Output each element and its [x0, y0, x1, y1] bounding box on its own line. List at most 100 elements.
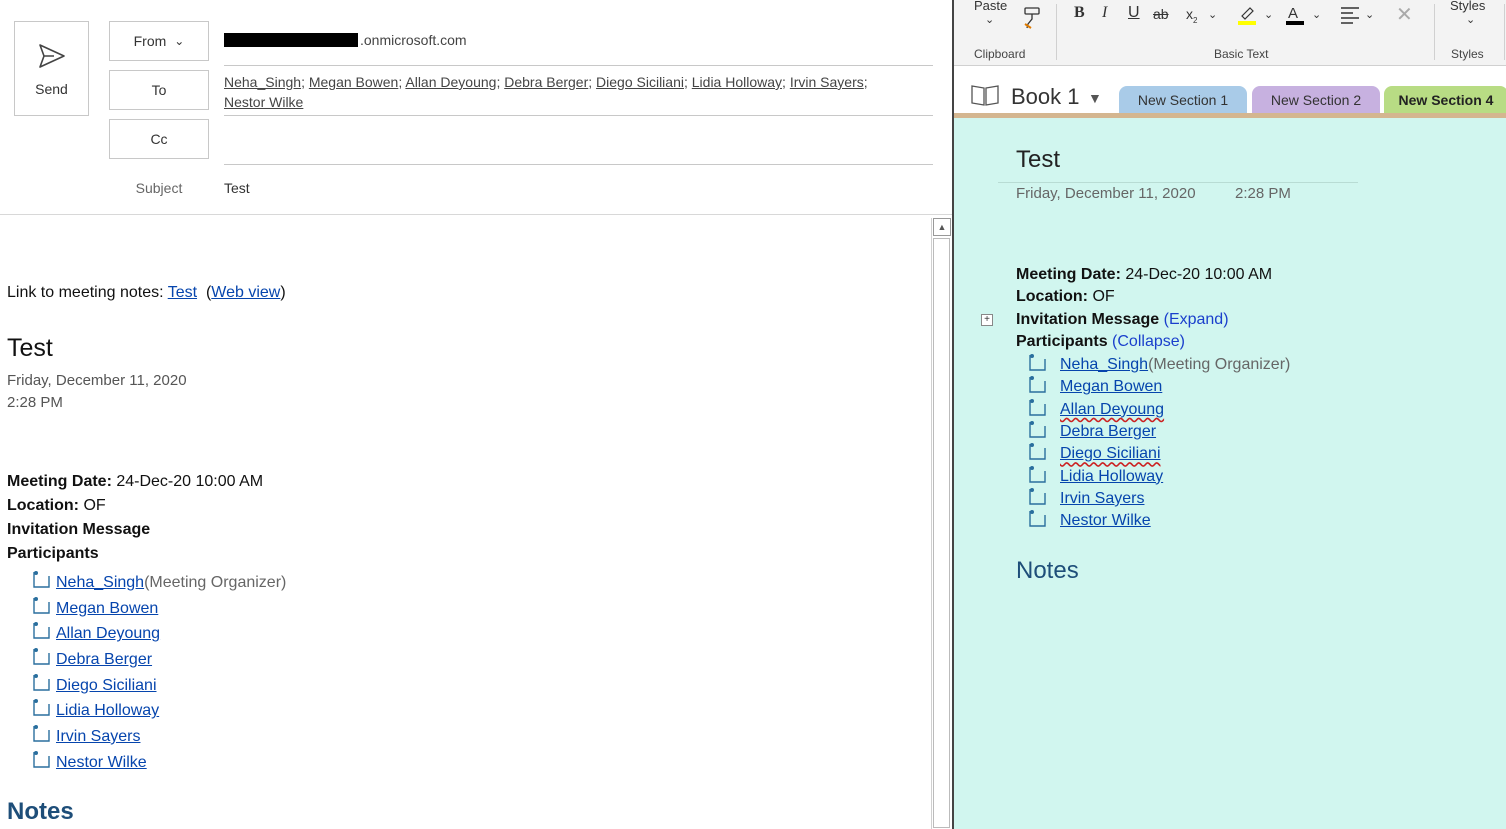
vertical-scrollbar[interactable]: ▲ [931, 218, 951, 829]
tab-new-section-1[interactable]: New Section 1 [1119, 86, 1247, 113]
contact-card-icon [1029, 487, 1046, 505]
cc-button[interactable]: Cc [109, 119, 209, 159]
to-field[interactable]: Neha_Singh; Megan Bowen; Allan Deyoung; … [224, 72, 924, 112]
web-view-link[interactable]: Web view [211, 284, 280, 301]
to-divider [224, 115, 933, 116]
participant-link[interactable]: Debra Berger [56, 651, 152, 669]
participant-link[interactable]: Allan Deyoung [56, 625, 160, 643]
tab-new-section-4[interactable]: New Section 4 [1384, 86, 1506, 113]
message-body[interactable]: Link to meeting notes: Test (Web view) T… [0, 215, 931, 829]
font-color-icon[interactable]: A [1284, 4, 1306, 26]
participants-heading: Participants [7, 545, 99, 562]
from-button[interactable]: From ⌄ [109, 21, 209, 61]
paste-button[interactable]: Paste [974, 0, 1007, 13]
to-recipient[interactable]: Nestor Wilke [224, 94, 303, 110]
participant-link[interactable]: Neha_Singh [1060, 356, 1148, 374]
contact-card-icon [1029, 421, 1046, 438]
styles-button[interactable]: Styles [1450, 0, 1485, 13]
to-button[interactable]: To [109, 70, 209, 110]
underline-icon[interactable]: U [1128, 4, 1140, 22]
contact-card-icon [33, 647, 50, 665]
highlight-chevron-icon[interactable]: ⌄ [1264, 8, 1273, 21]
italic-icon[interactable]: I [1102, 4, 1107, 22]
align-chevron-icon[interactable]: ⌄ [1365, 8, 1374, 21]
participant-item: Nestor Wilke [32, 750, 286, 776]
participant-link[interactable]: Lidia Holloway [56, 702, 159, 720]
align-icon[interactable] [1340, 6, 1360, 24]
collapse-link[interactable]: (Collapse) [1112, 333, 1185, 350]
expand-plus-icon[interactable]: + [981, 314, 993, 326]
contact-card-icon [1029, 510, 1046, 527]
page-title: Test [7, 334, 53, 362]
clear-formatting-icon[interactable]: ✕ [1396, 2, 1413, 27]
from-field[interactable]: .onmicrosoft.com [224, 32, 467, 48]
svg-text:A: A [1288, 5, 1298, 22]
participant-item: Irvin Sayers [32, 724, 286, 750]
participant-link[interactable]: Neha_Singh [56, 574, 144, 592]
spellcheck-squiggle: Allan Deyoung [1060, 400, 1165, 418]
styles-chevron-icon[interactable]: ⌄ [1466, 13, 1475, 26]
to-recipient[interactable]: Neha_Singh [224, 74, 301, 90]
participant-item: Allan Deyoung [32, 621, 286, 647]
to-recipient[interactable]: Diego Siciliani [596, 74, 684, 90]
clipboard-group-label: Clipboard [974, 47, 1026, 61]
contact-card-icon [33, 622, 50, 639]
notebook-chevron-down-icon[interactable]: ▼ [1088, 90, 1102, 106]
participant-item: Neha_Singh (Meeting Organizer) [32, 570, 286, 596]
participant-item: Diego Siciliani [1028, 443, 1290, 465]
participant-link[interactable]: Irvin Sayers [56, 728, 140, 746]
meeting-date-line: Meeting Date: 24-Dec-20 10:00 AM [7, 473, 263, 491]
participant-link[interactable]: Debra Berger [1060, 423, 1156, 441]
participant-link[interactable]: Nestor Wilke [1060, 512, 1151, 530]
cc-field[interactable] [224, 164, 933, 165]
contact-card-icon [1029, 465, 1046, 483]
subject-input[interactable]: Test [224, 180, 250, 196]
to-recipient[interactable]: Allan Deyoung [405, 74, 496, 90]
to-recipient[interactable]: Lidia Holloway [692, 74, 782, 90]
bold-icon[interactable]: B [1074, 4, 1085, 22]
notes-heading[interactable]: Notes [1016, 557, 1079, 585]
ribbon-separator [1056, 4, 1057, 60]
to-recipient[interactable]: Megan Bowen [309, 74, 399, 90]
participant-link[interactable]: Diego Siciliani [1060, 445, 1161, 463]
subscript-icon[interactable]: x2 [1186, 6, 1197, 25]
participant-link[interactable]: Lidia Holloway [1060, 468, 1163, 486]
paste-chevron-icon[interactable]: ⌄ [985, 13, 994, 26]
outlook-compose-window: Send From ⌄ To Cc .onmicrosoft.com Neha_… [0, 0, 952, 829]
participant-link[interactable]: Irvin Sayers [1060, 490, 1144, 508]
meeting-notes-link[interactable]: Test [168, 284, 197, 301]
subscript-chevron-icon[interactable]: ⌄ [1208, 8, 1217, 21]
notebook-name[interactable]: Book 1 [1011, 84, 1080, 110]
notebook-icon[interactable] [970, 84, 1000, 106]
to-recipient[interactable]: Irvin Sayers [790, 74, 864, 90]
from-domain: .onmicrosoft.com [360, 32, 467, 48]
chevron-down-icon: ⌄ [174, 34, 185, 48]
participant-link[interactable]: Diego Siciliani [56, 677, 157, 695]
participant-item: Allan Deyoung [1028, 398, 1290, 421]
invitation-message-heading: Invitation Message [7, 521, 151, 538]
strikethrough-icon[interactable]: ab [1153, 6, 1169, 22]
participant-link[interactable]: Nestor Wilke [56, 754, 147, 772]
participant-item: Irvin Sayers [1028, 487, 1290, 510]
expand-link[interactable]: (Expand) [1164, 311, 1229, 328]
organizer-note: (Meeting Organizer) [1148, 356, 1291, 374]
invitation-message-line: Invitation Message (Expand) [1016, 311, 1229, 329]
participant-link[interactable]: Megan Bowen [56, 600, 158, 618]
font-color-chevron-icon[interactable]: ⌄ [1312, 8, 1321, 21]
participant-link[interactable]: Allan Deyoung [1060, 401, 1164, 419]
scroll-up-arrow-icon[interactable]: ▲ [933, 218, 951, 236]
ribbon: Paste ⌄ Clipboard B I U ab x2 ⌄ ⌄ A ⌄ ⌄ … [954, 0, 1506, 66]
format-painter-icon[interactable] [1022, 6, 1044, 30]
tab-new-section-2[interactable]: New Section 2 [1252, 86, 1380, 113]
cc-label: Cc [150, 131, 168, 147]
to-recipient[interactable]: Debra Berger [504, 74, 588, 90]
highlight-icon[interactable] [1236, 4, 1258, 26]
participants-list: Neha_Singh (Meeting Organizer) Megan Bow… [32, 570, 286, 776]
participants-line: Participants (Collapse) [1016, 333, 1185, 351]
styles-group-label: Styles [1451, 47, 1484, 61]
send-button[interactable]: Send [14, 21, 89, 116]
scroll-thumb[interactable] [933, 238, 950, 828]
page-title[interactable]: Test [1016, 146, 1060, 174]
notes-heading: Notes [7, 798, 74, 825]
participant-link[interactable]: Megan Bowen [1060, 378, 1162, 396]
